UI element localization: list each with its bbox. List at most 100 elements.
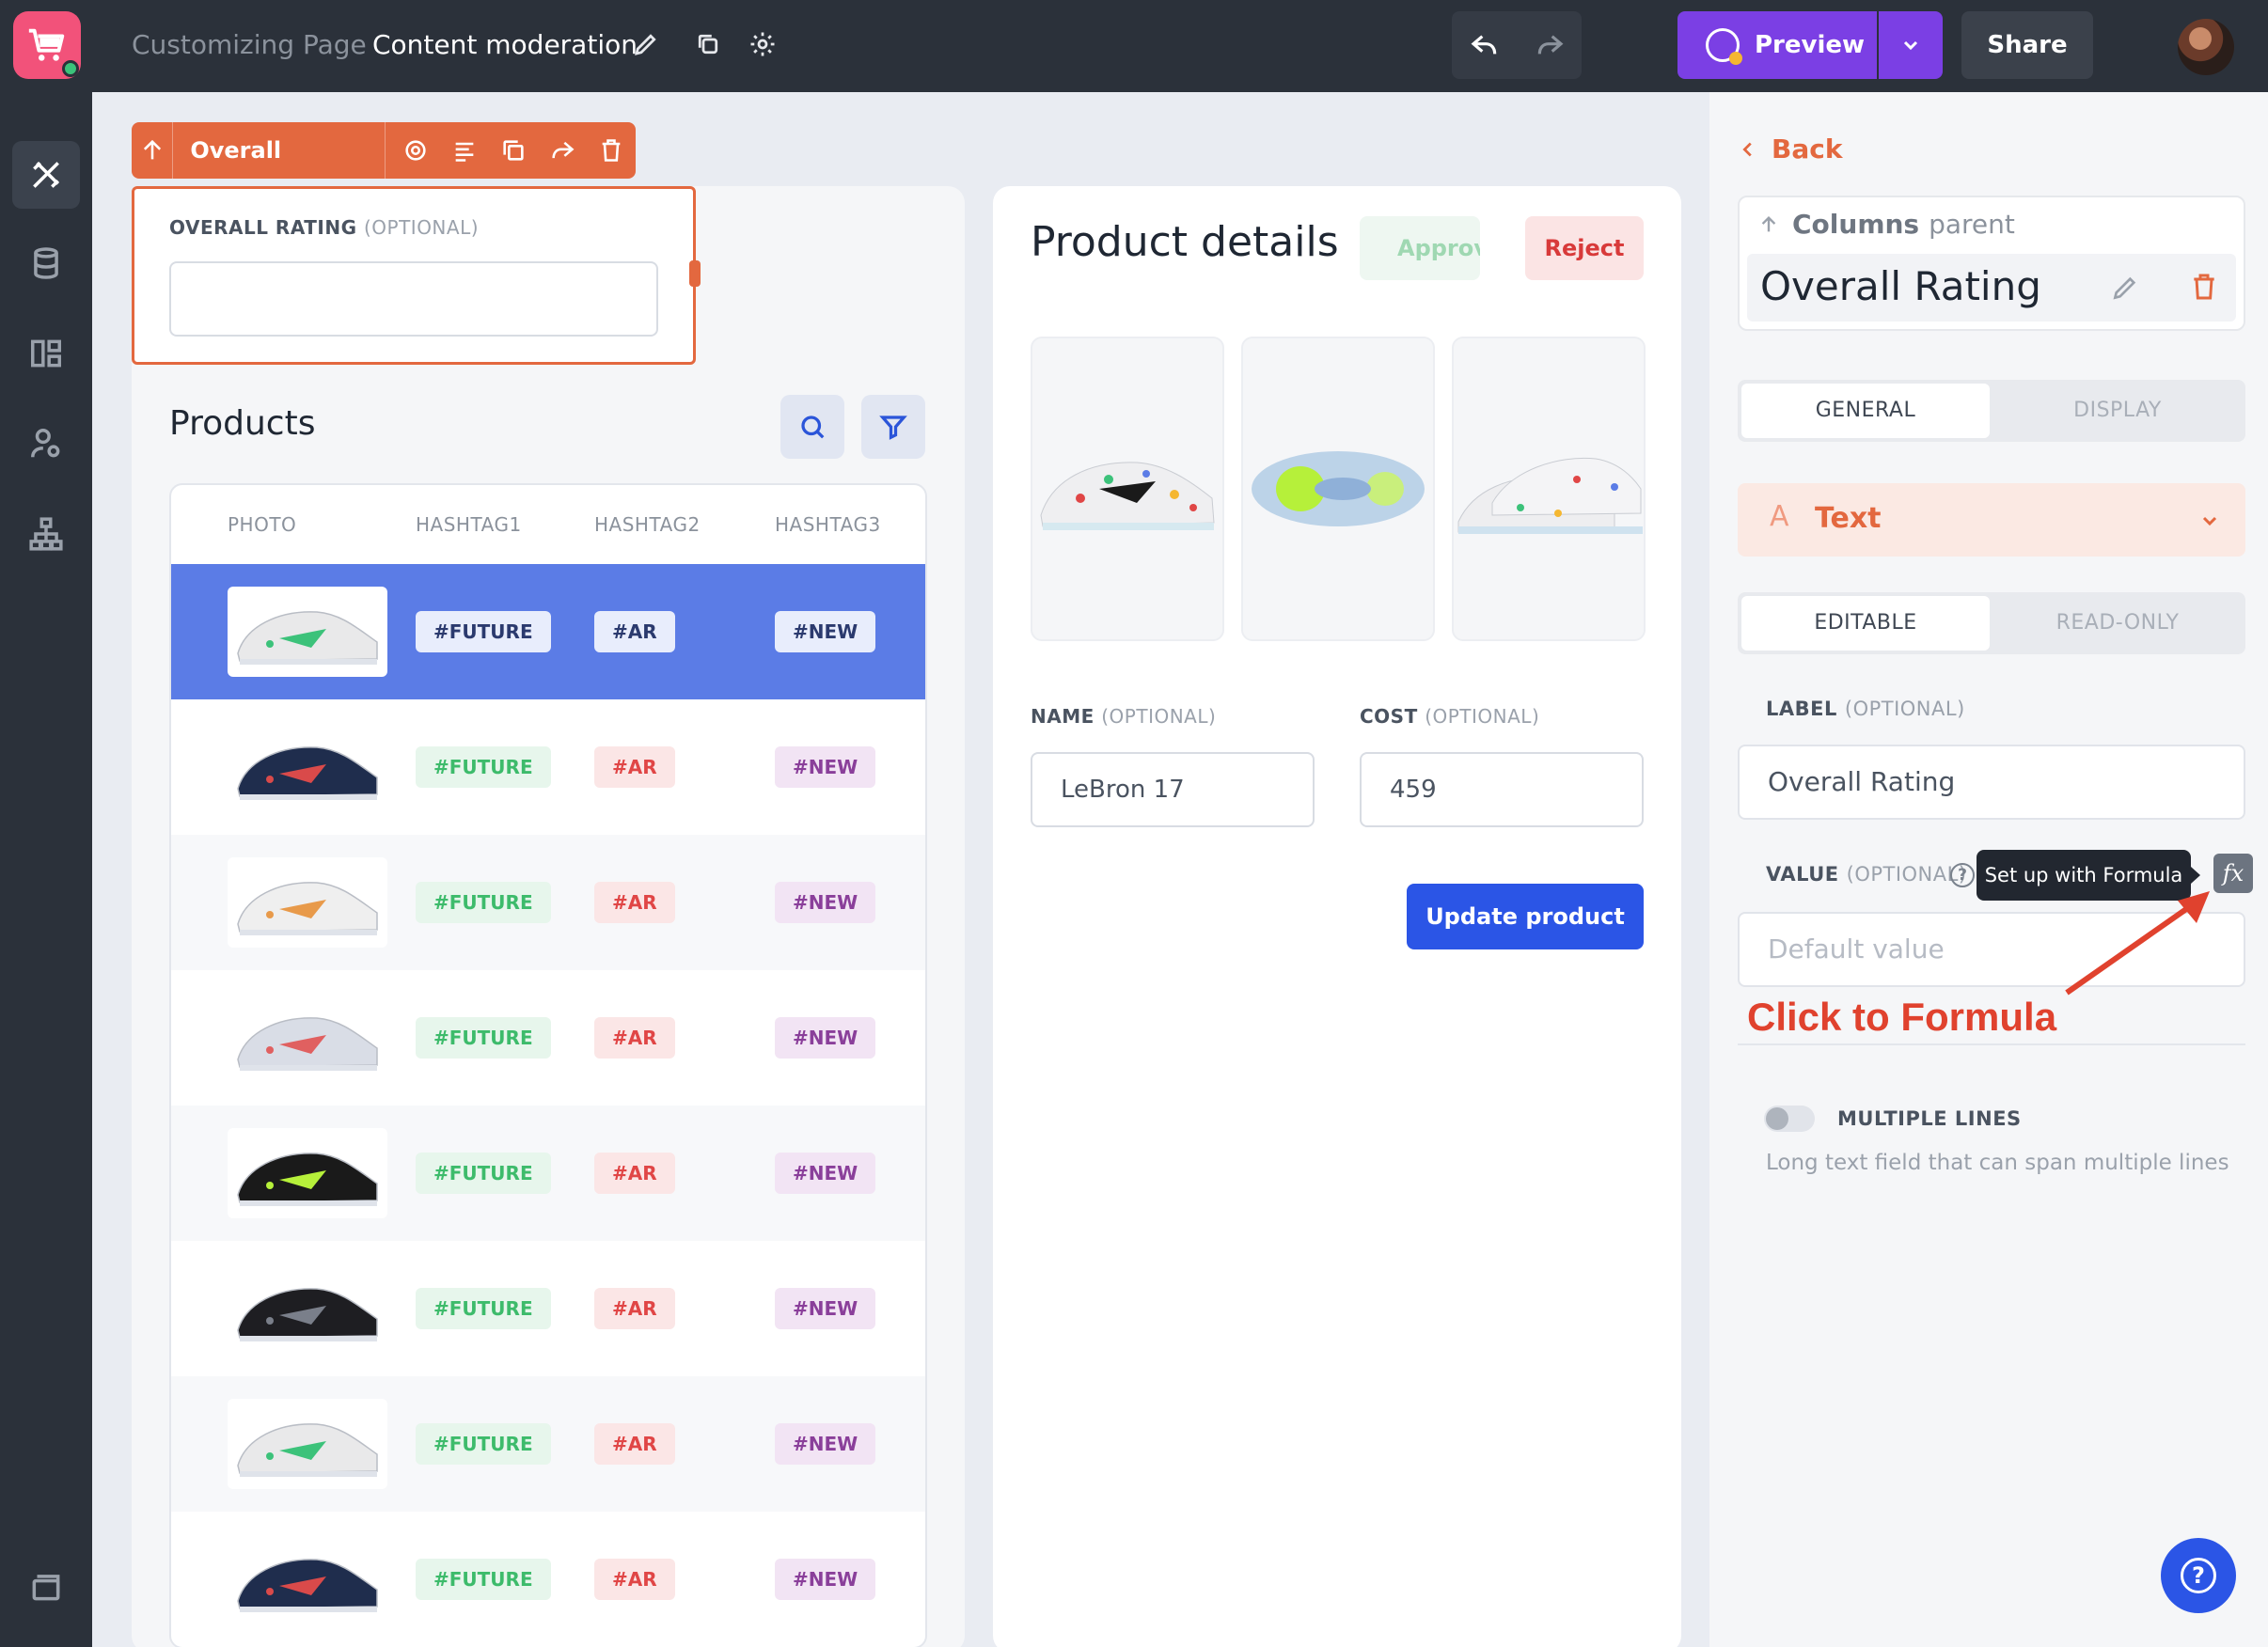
sidebar-data-button[interactable] <box>12 229 80 297</box>
table-row[interactable]: #FUTURE #AR #NEW <box>171 1376 925 1512</box>
optional-marker: (OPTIONAL) <box>1846 863 1967 886</box>
shoe-thumbnail-icon <box>237 746 378 800</box>
name-label: NAME (OPTIONAL) <box>1031 705 1216 728</box>
sidebar-navigation-button[interactable] <box>12 500 80 568</box>
help-question-icon[interactable]: ? <box>1950 863 1975 887</box>
edit-title-pencil-icon[interactable] <box>630 28 662 60</box>
overall-rating-label-text: OVERALL RATING <box>169 216 357 239</box>
product-photo[interactable] <box>228 993 387 1083</box>
gear-icon <box>405 140 426 161</box>
product-photo[interactable] <box>228 587 387 677</box>
filter-icon <box>879 416 907 440</box>
table-row[interactable]: #FUTURE #AR #NEW <box>171 1241 925 1376</box>
column-header-hashtag3[interactable]: HASHTAG3 <box>775 513 881 536</box>
column-header-hashtag1[interactable]: HASHTAG1 <box>416 513 522 536</box>
product-image-1[interactable] <box>1031 337 1224 641</box>
table-row[interactable]: #FUTURE #AR #NEW <box>171 970 925 1106</box>
products-title: Products <box>169 404 316 443</box>
hashtag3-badge: #NEW <box>775 1288 876 1329</box>
hashtag3-badge: #NEW <box>775 1153 876 1194</box>
multiple-lines-toggle[interactable] <box>1764 1106 1815 1132</box>
product-photo[interactable] <box>228 1399 387 1489</box>
shoe-thumbnail-icon <box>237 882 378 935</box>
resize-handle[interactable] <box>689 260 701 287</box>
undo-icon <box>1471 35 1496 55</box>
rename-pencil-icon[interactable] <box>2110 273 2140 303</box>
table-row[interactable]: #FUTURE #AR #NEW <box>171 699 925 835</box>
preview-dropdown-button[interactable] <box>1879 11 1943 79</box>
table-row[interactable]: #FUTURE #AR #NEW <box>171 1106 925 1241</box>
table-row[interactable]: #FUTURE #AR #NEW <box>171 564 925 699</box>
duplicate-icon <box>503 140 524 161</box>
shoe-thumbnail-icon <box>237 611 378 665</box>
component-delete-button[interactable] <box>587 122 636 179</box>
optional-marker: (OPTIONAL) <box>1425 705 1540 728</box>
product-photo[interactable] <box>228 722 387 812</box>
chevron-left-icon <box>1742 142 1752 156</box>
preview-button[interactable]: Preview <box>1677 11 1877 79</box>
products-filter-button[interactable] <box>861 395 925 459</box>
component-move-button[interactable] <box>538 122 587 179</box>
hashtag1-badge: #FUTURE <box>416 1017 551 1059</box>
sidebar-users-button[interactable] <box>12 410 80 478</box>
table-row[interactable]: #FUTURE #AR #NEW <box>171 1512 925 1647</box>
product-photo[interactable] <box>228 1128 387 1218</box>
sidebar-layout-button[interactable] <box>12 320 80 387</box>
hashtag2-badge: #AR <box>594 1423 675 1465</box>
component-align-button[interactable] <box>440 122 489 179</box>
sidebar-design-button[interactable] <box>12 141 80 209</box>
undo-redo-group <box>1452 11 1582 79</box>
tab-display[interactable]: DISPLAY <box>1993 384 2242 438</box>
approve-button[interactable]: Approve <box>1360 216 1480 280</box>
name-label-text: NAME <box>1031 705 1095 728</box>
arrow-up-icon <box>1761 215 1776 231</box>
app-logo[interactable] <box>13 11 81 79</box>
annotation-text: Click to Formula <box>1747 995 2057 1039</box>
products-search-button[interactable] <box>780 395 844 459</box>
preview-icon <box>1706 28 1742 65</box>
tab-editable[interactable]: EDITABLE <box>1741 596 1990 651</box>
hashtag3-badge: #NEW <box>775 882 876 923</box>
sidebar-pages-button[interactable] <box>12 1553 80 1621</box>
product-image-3[interactable] <box>1452 337 1646 641</box>
delete-trash-icon[interactable] <box>2189 271 2219 303</box>
shoe-thumbnail-icon <box>237 1559 378 1612</box>
cost-label: COST (OPTIONAL) <box>1360 705 1539 728</box>
tab-general[interactable]: GENERAL <box>1741 384 1990 438</box>
hashtag3-badge: #NEW <box>775 611 876 652</box>
tab-read-only[interactable]: READ-ONLY <box>1993 596 2242 651</box>
name-input[interactable]: LeBron 17 <box>1031 752 1315 827</box>
hashtag1-badge: #FUTURE <box>416 1288 551 1329</box>
update-product-button[interactable]: Update product <box>1407 884 1644 949</box>
product-photo[interactable] <box>228 857 387 948</box>
component-duplicate-button[interactable] <box>489 122 538 179</box>
hashtag2-badge: #AR <box>594 1559 675 1600</box>
overall-rating-input[interactable] <box>169 261 658 337</box>
product-photo[interactable] <box>228 1263 387 1354</box>
redo-button[interactable] <box>1517 11 1582 79</box>
align-left-icon <box>455 142 474 162</box>
product-image-2[interactable] <box>1241 337 1435 641</box>
product-photo[interactable] <box>228 1534 387 1624</box>
component-settings-button[interactable] <box>391 122 440 179</box>
select-parent-button[interactable] <box>132 122 174 179</box>
page-settings-gear-icon[interactable] <box>747 28 779 60</box>
user-avatar[interactable] <box>2178 19 2234 75</box>
component-type-selector[interactable]: A Text <box>1738 483 2245 557</box>
edit-mode-tabs: EDITABLE READ-ONLY <box>1738 592 2245 654</box>
user-settings-icon <box>31 429 60 458</box>
cost-input[interactable]: 459 <box>1360 752 1644 827</box>
undo-button[interactable] <box>1452 11 1517 79</box>
column-header-hashtag2[interactable]: HASHTAG2 <box>594 513 701 536</box>
table-row[interactable]: #FUTURE #AR #NEW <box>171 835 925 970</box>
label-input[interactable]: Overall Rating <box>1738 745 2245 820</box>
hashtag2-badge: #AR <box>594 1153 675 1194</box>
column-header-photo[interactable]: PHOTO <box>228 513 296 536</box>
select-parent-link[interactable]: Columns parent <box>1758 209 2015 240</box>
reject-button[interactable]: Reject <box>1525 216 1644 280</box>
back-button[interactable]: Back <box>1738 133 1842 165</box>
breadcrumb-parent[interactable]: Customizing Page <box>132 28 367 62</box>
help-button[interactable]: ? <box>2161 1538 2236 1613</box>
duplicate-page-icon[interactable] <box>692 28 724 60</box>
share-button[interactable]: Share <box>1961 11 2093 79</box>
